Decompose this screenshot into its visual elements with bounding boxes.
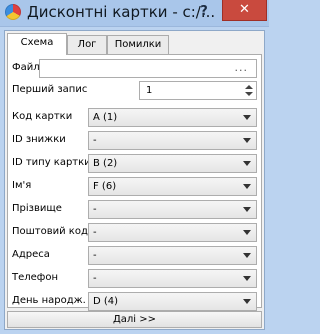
file-path-input[interactable]: ... — [39, 59, 257, 78]
card-type-id-select[interactable]: B (2) — [88, 154, 257, 173]
title-bar: Дисконтні картки - c:/... ? ✕ — [0, 0, 269, 27]
chevron-down-icon — [243, 230, 251, 235]
phone-value: - — [93, 273, 97, 284]
chevron-down-icon — [243, 184, 251, 189]
field-label-birthday: День народж. — [12, 295, 86, 306]
chevron-down-icon — [243, 207, 251, 212]
app-icon — [5, 4, 21, 20]
chevron-down-icon — [243, 161, 251, 166]
field-label-first-name: Ім'я — [12, 180, 32, 191]
first-record-spinbox[interactable]: 1 — [139, 81, 257, 100]
field-label-discount-id: ID знижки — [12, 134, 66, 145]
card-code-value: A (1) — [93, 112, 118, 123]
tab-schema[interactable]: Схема — [7, 33, 67, 55]
postal-code-value: - — [93, 227, 97, 238]
first-record-value: 1 — [146, 85, 153, 96]
tab-errors[interactable]: Помилки — [107, 35, 169, 54]
spin-up-icon[interactable] — [245, 85, 253, 89]
first-name-select[interactable]: F (6) — [88, 177, 257, 196]
dialog-body: Схема Лог Помилки Файл ... Перший запис … — [4, 30, 265, 330]
field-label-card-code: Код картки — [12, 111, 73, 122]
birthday-select[interactable]: D (4) — [88, 292, 257, 311]
last-name-select[interactable]: - — [88, 200, 257, 219]
first-record-label: Перший запис — [12, 84, 88, 95]
chevron-down-icon — [243, 115, 251, 120]
address-select[interactable]: - — [88, 246, 257, 265]
chevron-down-icon — [243, 138, 251, 143]
last-name-value: - — [93, 204, 97, 215]
phone-select[interactable]: - — [88, 269, 257, 288]
file-label: Файл — [12, 62, 40, 73]
field-label-last-name: Прізвище — [12, 203, 62, 214]
postal-code-select[interactable]: - — [88, 223, 257, 242]
card-code-select[interactable]: A (1) — [88, 108, 257, 127]
card-type-id-value: B (2) — [93, 158, 118, 169]
birthday-value: D (4) — [93, 296, 119, 307]
address-value: - — [93, 250, 97, 261]
next-button[interactable]: Далі >> — [7, 311, 262, 328]
help-button[interactable]: ? — [192, 2, 216, 22]
field-label-phone: Телефон — [12, 272, 59, 283]
tab-log[interactable]: Лог — [67, 35, 107, 54]
field-label-address: Адреса — [12, 249, 50, 260]
browse-button[interactable]: ... — [235, 61, 249, 74]
chevron-down-icon — [243, 276, 251, 281]
first-name-value: F (6) — [93, 181, 117, 192]
field-label-card-type-id: ID типу картки — [12, 157, 91, 168]
spin-down-icon[interactable] — [245, 92, 253, 96]
discount-id-value: - — [93, 135, 97, 146]
discount-id-select[interactable]: - — [88, 131, 257, 150]
close-button[interactable]: ✕ — [222, 0, 267, 21]
chevron-down-icon — [243, 253, 251, 258]
window-title: Дисконтні картки - c:/... — [27, 3, 216, 21]
field-label-postal-code: Поштовий код — [12, 226, 88, 237]
schema-panel: Файл ... Перший запис 1 Код картки A (1)… — [7, 54, 262, 311]
chevron-down-icon — [243, 299, 251, 304]
